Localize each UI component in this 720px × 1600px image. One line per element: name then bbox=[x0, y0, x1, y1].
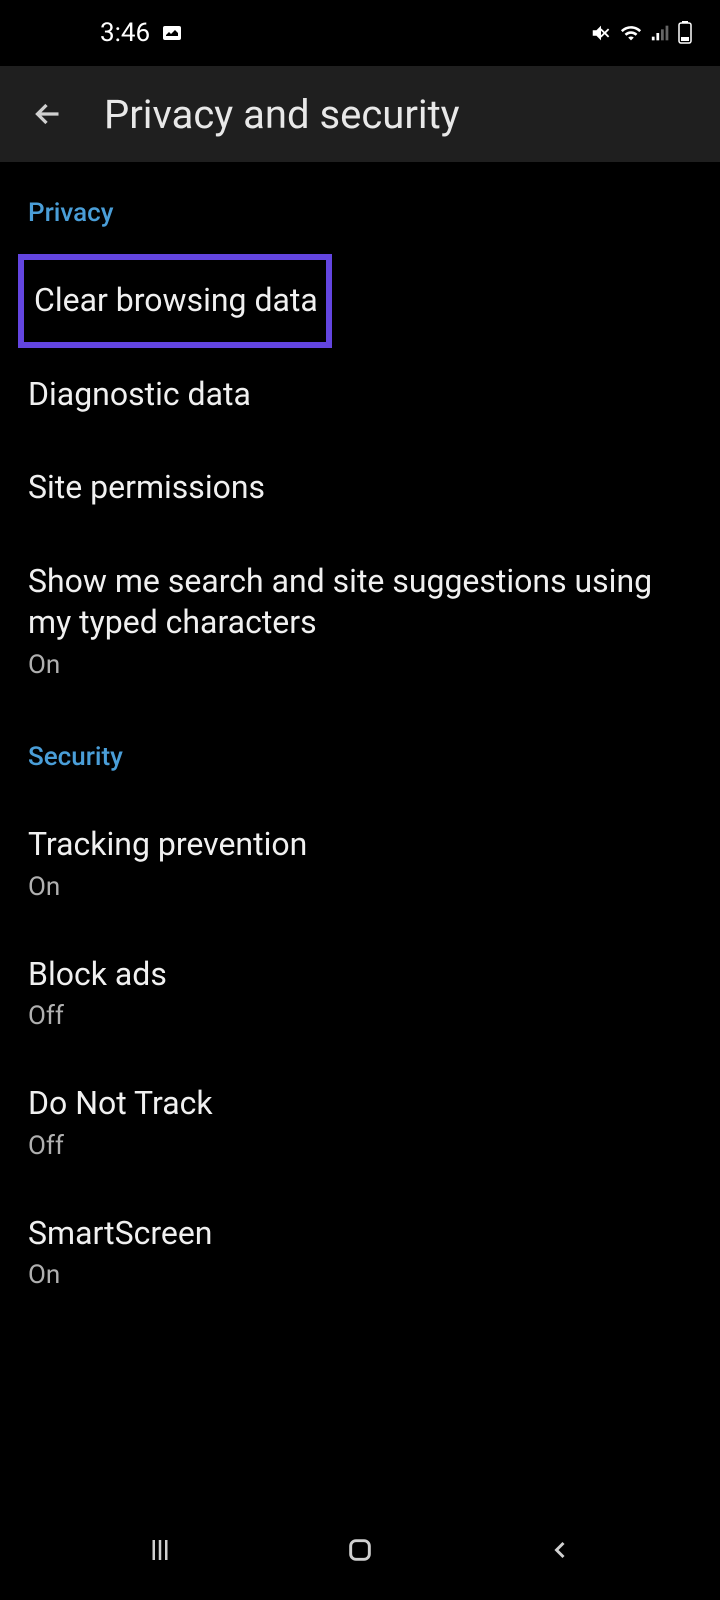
setting-title: SmartScreen bbox=[28, 1213, 692, 1255]
status-bar: 3:46 bbox=[0, 0, 720, 66]
back-nav-button[interactable] bbox=[535, 1525, 585, 1575]
mute-icon bbox=[590, 22, 612, 44]
setting-title: Tracking prevention bbox=[28, 824, 692, 866]
setting-title: Clear browsing data bbox=[28, 280, 318, 322]
section-header-security: Security bbox=[28, 706, 692, 798]
screenshot-icon bbox=[160, 21, 184, 45]
setting-title: Diagnostic data bbox=[28, 374, 692, 416]
setting-title: Block ads bbox=[28, 954, 692, 996]
wifi-icon bbox=[618, 22, 644, 44]
setting-status: Off bbox=[28, 1001, 692, 1031]
setting-block-ads[interactable]: Block ads Off bbox=[28, 928, 692, 1058]
setting-status: On bbox=[28, 872, 692, 902]
setting-title: Show me search and site suggestions usin… bbox=[28, 561, 692, 644]
setting-site-permissions[interactable]: Site permissions bbox=[28, 441, 692, 535]
app-bar: Privacy and security bbox=[0, 66, 720, 162]
back-button[interactable] bbox=[28, 94, 68, 134]
setting-status: Off bbox=[28, 1131, 692, 1161]
content: Privacy Clear browsing data Diagnostic d… bbox=[0, 162, 720, 1316]
recents-button[interactable] bbox=[135, 1525, 185, 1575]
status-right bbox=[590, 21, 692, 45]
setting-status: On bbox=[28, 650, 692, 680]
setting-smartscreen[interactable]: SmartScreen On bbox=[28, 1187, 692, 1317]
system-nav-bar bbox=[0, 1520, 720, 1600]
setting-tracking-prevention[interactable]: Tracking prevention On bbox=[28, 798, 692, 928]
battery-icon bbox=[678, 21, 692, 45]
setting-status: On bbox=[28, 1260, 692, 1290]
section-header-privacy: Privacy bbox=[28, 162, 692, 254]
page-title: Privacy and security bbox=[104, 91, 460, 138]
home-button[interactable] bbox=[335, 1525, 385, 1575]
status-time: 3:46 bbox=[100, 18, 150, 48]
status-left: 3:46 bbox=[100, 18, 184, 48]
setting-search-suggestions[interactable]: Show me search and site suggestions usin… bbox=[28, 535, 692, 706]
signal-icon bbox=[650, 22, 672, 44]
setting-do-not-track[interactable]: Do Not Track Off bbox=[28, 1057, 692, 1187]
setting-clear-browsing-data[interactable]: Clear browsing data bbox=[18, 254, 332, 348]
setting-title: Do Not Track bbox=[28, 1083, 692, 1125]
setting-diagnostic-data[interactable]: Diagnostic data bbox=[28, 348, 692, 442]
setting-title: Site permissions bbox=[28, 467, 692, 509]
